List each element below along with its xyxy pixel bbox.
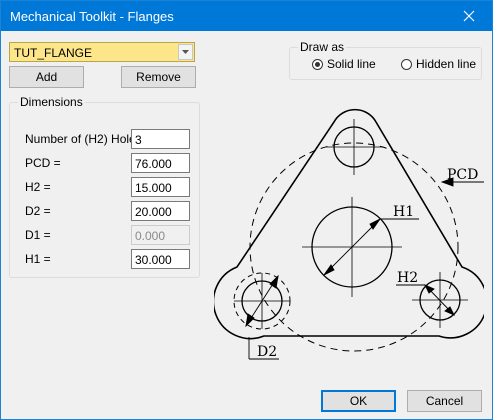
holes-count-input[interactable]: 3 <box>131 129 190 149</box>
radio-solid-line-label: Solid line <box>327 57 376 71</box>
pcd-diagram-label: PCD <box>447 167 478 183</box>
dimensions-legend: Dimensions <box>18 95 85 109</box>
flanges-dialog: Mechanical Toolkit - Flanges TUT_FLANGE … <box>0 0 493 420</box>
h1-label: H1 = <box>25 252 51 266</box>
radio-hidden-line[interactable]: Hidden line <box>401 57 476 71</box>
flange-diagram: PCD H1 H2 D2 <box>214 108 484 360</box>
d2-diagram-label: D2 <box>257 344 277 360</box>
window-title: Mechanical Toolkit - Flanges <box>10 9 174 24</box>
cancel-button[interactable]: Cancel <box>407 390 482 412</box>
d2-input[interactable]: 20.000 <box>131 201 190 221</box>
draw-as-legend: Draw as <box>298 40 347 54</box>
draw-as-group: Draw as Solid line Hidden line <box>289 40 482 80</box>
holes-count-label: Number of (H2) Holes <box>25 132 142 146</box>
radio-dot <box>312 58 323 70</box>
close-button[interactable] <box>446 1 492 31</box>
chevron-down-icon <box>182 50 189 54</box>
flange-select[interactable]: TUT_FLANGE <box>9 42 195 62</box>
ok-button[interactable]: OK <box>321 390 396 412</box>
flange-select-value: TUT_FLANGE <box>14 46 93 60</box>
d1-label: D1 = <box>25 228 51 242</box>
d1-input: 0.000 <box>131 225 190 245</box>
close-icon <box>463 10 475 22</box>
h1-input[interactable]: 30.000 <box>131 249 190 269</box>
d2-label: D2 = <box>25 204 51 218</box>
radio-hidden-line-label: Hidden line <box>416 57 477 71</box>
add-button[interactable]: Add <box>9 66 84 88</box>
remove-button[interactable]: Remove <box>121 66 196 88</box>
radio-dot <box>401 58 412 70</box>
h1-diagram-label: H1 <box>393 204 414 220</box>
pcd-input[interactable]: 76.000 <box>131 153 190 173</box>
title-bar: Mechanical Toolkit - Flanges <box>1 1 492 31</box>
pcd-label: PCD = <box>25 156 61 170</box>
radio-solid-line[interactable]: Solid line <box>312 57 376 71</box>
dropdown-arrow-button[interactable] <box>178 44 193 60</box>
dimensions-group: Dimensions Number of (H2) Holes 3 PCD = … <box>9 95 200 278</box>
h2-label: H2 = <box>25 180 51 194</box>
h2-input[interactable]: 15.000 <box>131 177 190 197</box>
h2-diagram-label: H2 <box>397 270 418 286</box>
